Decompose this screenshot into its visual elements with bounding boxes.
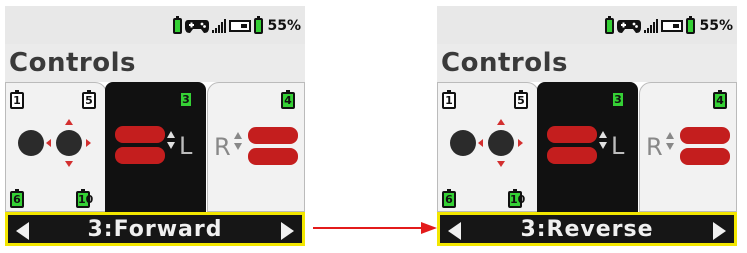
motor-bar-top bbox=[248, 127, 298, 144]
arrow-down-icon bbox=[497, 161, 505, 167]
motor-label: L bbox=[179, 132, 193, 160]
motor-bar-bottom bbox=[248, 148, 298, 165]
motor-bar-top bbox=[547, 126, 597, 143]
next-arrow-button[interactable] bbox=[713, 222, 726, 240]
port-badge: 10 bbox=[76, 189, 94, 208]
motor-bar-bottom bbox=[115, 147, 165, 164]
joystick-left-knob bbox=[18, 130, 44, 156]
left-motor-panel[interactable]: 3 L bbox=[105, 82, 206, 212]
controller-battery-icon bbox=[173, 16, 183, 34]
motor-label: R bbox=[214, 133, 231, 161]
sd-card-icon bbox=[229, 20, 252, 32]
joystick-icon bbox=[444, 115, 534, 171]
transition-arrow-icon bbox=[313, 222, 437, 234]
arrow-left-icon bbox=[478, 139, 483, 147]
selected-function: 3:Reverse bbox=[520, 217, 654, 242]
motor-icon bbox=[547, 126, 597, 168]
battery-percentage: 55% bbox=[699, 18, 733, 34]
port-badge: 1 bbox=[442, 90, 456, 109]
port-badge: 4 bbox=[713, 90, 727, 109]
joystick-panel[interactable]: 1 5 6 10 bbox=[5, 82, 107, 212]
motor-icon bbox=[680, 127, 730, 169]
port-badge: 6 bbox=[10, 189, 24, 208]
brain-battery-icon bbox=[686, 16, 696, 34]
joystick-panel[interactable]: 1 5 6 10 bbox=[437, 82, 539, 212]
gamepad-icon bbox=[617, 20, 642, 33]
signal-strength-icon bbox=[212, 19, 227, 33]
down-arrow-icon bbox=[167, 142, 175, 149]
port-badge: 4 bbox=[281, 90, 295, 109]
control-panels: 1 5 6 10 3 L 4 R bbox=[5, 82, 305, 212]
port-badge: 1 bbox=[10, 90, 24, 109]
right-motor-panel[interactable]: 4 R bbox=[207, 82, 305, 212]
sd-card-icon bbox=[661, 20, 684, 32]
function-selector: 3:Forward bbox=[5, 212, 305, 246]
arrow-up-icon bbox=[497, 119, 505, 125]
port-badge: 5 bbox=[514, 90, 528, 109]
gamepad-icon bbox=[185, 20, 210, 33]
motor-bar-top bbox=[115, 126, 165, 143]
signal-strength-icon bbox=[644, 19, 659, 33]
joystick-right-knob bbox=[56, 130, 82, 156]
controller-battery-icon bbox=[605, 16, 615, 34]
status-bar: 55% bbox=[5, 6, 305, 44]
title-bar: Controls bbox=[437, 44, 737, 82]
right-motor-panel[interactable]: 4 R bbox=[639, 82, 737, 212]
brain-battery-icon bbox=[254, 16, 264, 34]
arrow-right-icon bbox=[86, 139, 91, 147]
port-badge: 10 bbox=[508, 189, 526, 208]
arrow-left-icon bbox=[46, 139, 51, 147]
down-arrow-icon bbox=[234, 143, 242, 150]
port-badge: 5 bbox=[82, 90, 96, 109]
up-arrow-icon bbox=[599, 131, 607, 138]
battery-percentage: 55% bbox=[267, 18, 301, 34]
up-arrow-icon bbox=[666, 132, 674, 139]
status-bar: 55% bbox=[437, 6, 737, 44]
joystick-left-knob bbox=[450, 130, 476, 156]
motor-label: L bbox=[611, 132, 625, 160]
next-arrow-button[interactable] bbox=[281, 222, 294, 240]
page-title: Controls bbox=[9, 48, 136, 78]
arrow-down-icon bbox=[65, 161, 73, 167]
port-badge: 3 bbox=[611, 89, 625, 108]
control-panels: 1 5 6 10 3 L 4 R bbox=[437, 82, 737, 212]
function-selector: 3:Reverse bbox=[437, 212, 737, 246]
port-badge: 6 bbox=[442, 189, 456, 208]
selected-function: 3:Forward bbox=[87, 217, 223, 242]
joystick-right-knob bbox=[488, 130, 514, 156]
motor-icon bbox=[115, 126, 165, 168]
down-arrow-icon bbox=[666, 143, 674, 150]
controller-screen-after: 55% Controls 1 5 6 10 3 L 4 R 3:Reverse bbox=[437, 6, 737, 246]
port-badge: 3 bbox=[179, 89, 193, 108]
controller-screen-before: 55% Controls 1 5 6 10 3 L 4 R 3:Forward bbox=[5, 6, 305, 246]
arrow-right-icon bbox=[518, 139, 523, 147]
down-arrow-icon bbox=[599, 142, 607, 149]
up-arrow-icon bbox=[234, 132, 242, 139]
motor-bar-bottom bbox=[680, 148, 730, 165]
title-bar: Controls bbox=[5, 44, 305, 82]
motor-label: R bbox=[646, 133, 663, 161]
motor-icon bbox=[248, 127, 298, 169]
left-motor-panel[interactable]: 3 L bbox=[537, 82, 638, 212]
joystick-icon bbox=[12, 115, 102, 171]
up-arrow-icon bbox=[167, 131, 175, 138]
page-title: Controls bbox=[441, 48, 568, 78]
motor-bar-bottom bbox=[547, 147, 597, 164]
motor-bar-top bbox=[680, 127, 730, 144]
arrow-up-icon bbox=[65, 119, 73, 125]
